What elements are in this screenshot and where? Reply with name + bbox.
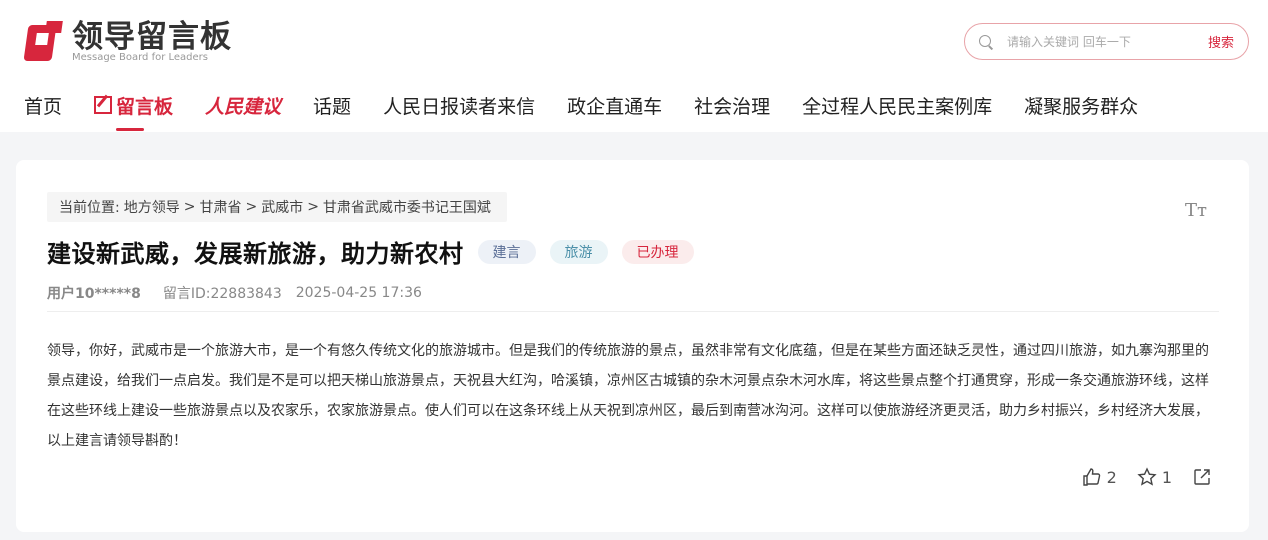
logo-icon [23,21,64,63]
nav-serve-public[interactable]: 凝聚服务群众 [1024,92,1138,119]
message-id: 留言ID:22883843 [162,286,282,302]
star-icon [1137,467,1157,486]
nav-topics[interactable]: 话题 [313,92,351,119]
breadcrumb-separator: > [245,199,258,215]
nav-readers-letters[interactable]: 人民日报读者来信 [383,92,535,119]
font-size-icon[interactable]: Tт [1185,200,1207,221]
logo-subtitle: Message Board for Leaders [72,52,209,63]
divider [47,311,1219,312]
breadcrumb-item[interactable]: 甘肃省 [199,197,241,217]
search-bar: 搜索 [964,23,1249,60]
breadcrumb-separator: > [307,199,319,215]
post-title: 建设新武威，发展新旅游，助力新农村 [47,240,464,268]
breadcrumb-item[interactable]: 甘肃省武威市委书记王国斌 [323,197,491,217]
post-actions: 2 1 [1062,467,1217,487]
breadcrumb-item[interactable]: 地方领导 [124,197,180,217]
post-title-row: 建设新武威，发展新旅游，助力新农村 建言 旅游 已办理 [47,234,694,269]
edit-icon [94,96,113,114]
like-button[interactable]: 2 [1082,467,1117,487]
nav-business-express[interactable]: 政企直通车 [567,92,662,119]
thumbs-up-icon [1082,468,1100,486]
status-badge: 已办理 [621,239,694,264]
search-button[interactable]: 搜索 [1208,32,1234,51]
nav-people-suggestions[interactable]: 人民建议 [205,92,281,119]
post-meta: 用户10*****8 留言ID:22883843 2025-04-25 17:3… [47,283,422,303]
site-logo[interactable]: 领导留言板 Message Board for Leaders [23,20,232,64]
post-datetime: 2025-04-25 17:36 [295,285,422,301]
main-nav: 首页 留言板 人民建议 话题 人民日报读者来信 政企直通车 社会治理 全过程人民… [24,90,1170,131]
logo-text: 领导留言板 Message Board for Leaders [72,20,232,64]
tag-suggestion: 建言 [477,239,536,264]
breadcrumb-separator: > [183,199,196,215]
nav-people-suggestions-label: 人民建议 [205,95,282,118]
tag-tourism: 旅游 [549,239,608,264]
post-author: 用户10*****8 [47,286,141,302]
header: 领导留言板 Message Board for Leaders 搜索 首页 留言… [0,0,1268,132]
nav-democracy-cases[interactable]: 全过程人民民主案例库 [802,92,992,119]
post-body: 领导，你好，武威市是一个旅游大市，是一个有悠久传统文化的旅游城市。但是我们的传统… [47,343,1209,449]
nav-message-board[interactable]: 留言板 [94,92,174,131]
message-card: 当前位置: 地方领导 > 甘肃省 > 武威市 > 甘肃省武威市委书记王国斌 Tт… [16,160,1249,532]
breadcrumb-item[interactable]: 武威市 [261,197,303,217]
nav-home[interactable]: 首页 [24,92,62,119]
share-button[interactable] [1192,467,1217,487]
breadcrumb: 当前位置: 地方领导 > 甘肃省 > 武威市 > 甘肃省武威市委书记王国斌 [47,192,507,222]
like-count: 2 [1106,467,1117,487]
favorite-count: 1 [1161,467,1172,487]
search-input[interactable] [1007,34,1187,49]
search-icon [979,34,993,49]
breadcrumb-prefix: 当前位置: [59,200,120,216]
nav-message-board-label: 留言板 [116,95,174,118]
share-icon [1194,469,1210,485]
logo-title: 领导留言板 [72,19,232,55]
favorite-button[interactable]: 1 [1137,467,1172,487]
nav-social-governance[interactable]: 社会治理 [694,92,770,119]
